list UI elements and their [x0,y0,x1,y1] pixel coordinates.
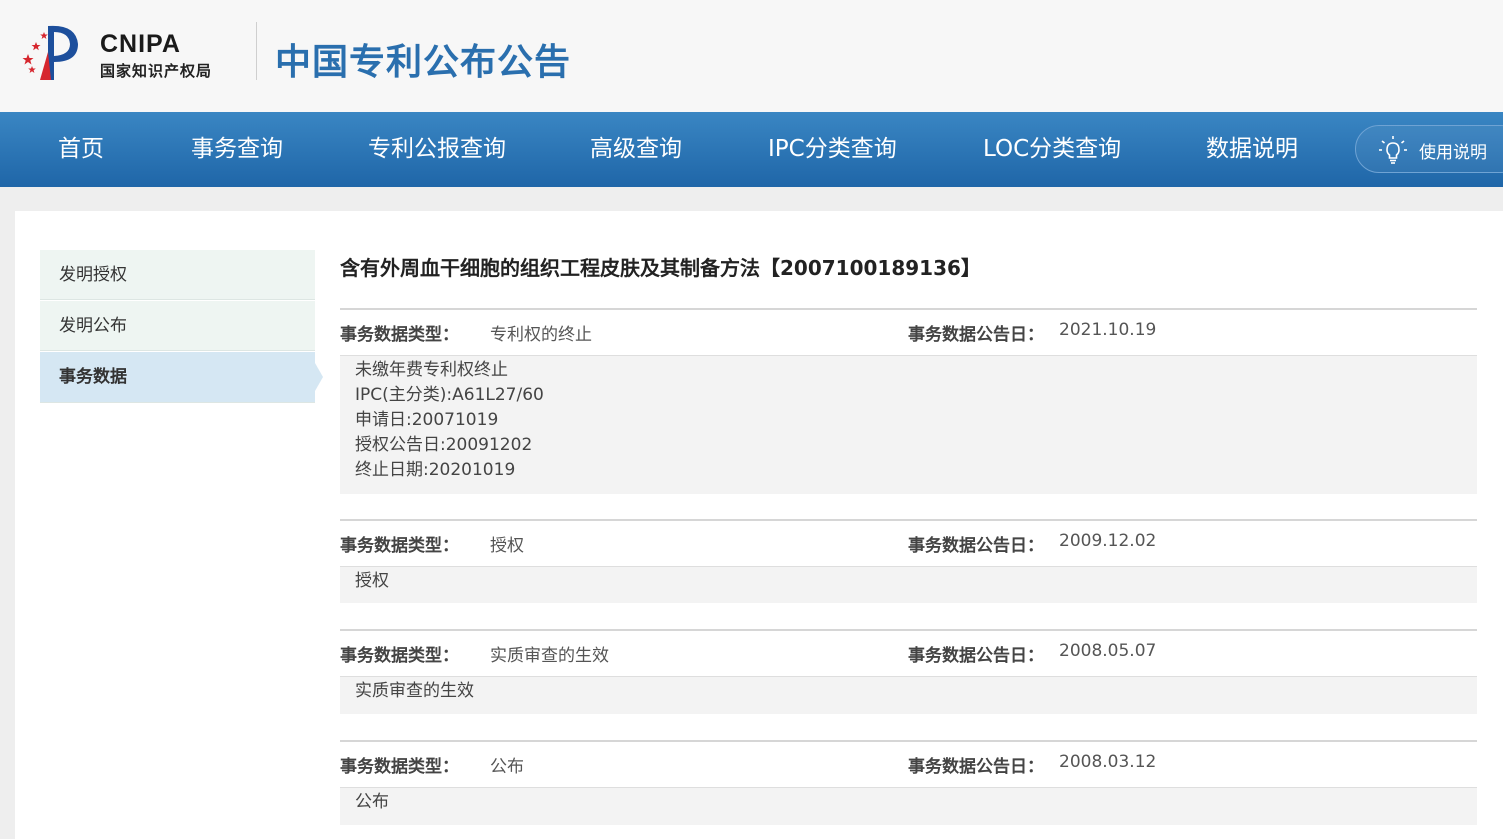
help-button[interactable]: 使用说明 [1355,125,1503,173]
record-header: 事务数据类型： 实质审查的生效 事务数据公告日： 2008.05.07 [340,629,1477,676]
cnipa-logo-icon[interactable] [18,22,80,82]
affairs-record: 事务数据类型： 公布 事务数据公告日： 2008.03.12 公布 [340,740,1477,825]
brand-name-en: CNIPA [100,30,181,58]
record-detail-line: IPC(主分类):A61L27/60 [355,385,544,405]
sidebar-item-invention-grant[interactable]: 发明授权 [40,250,315,300]
record-type-value: 授权 [490,536,524,556]
record-type-value: 专利权的终止 [490,325,592,345]
content-panel: 发明授权 发明公布 事务数据 含有外周血干细胞的组织工程皮肤及其制备方法【200… [15,211,1503,839]
record-date-label: 事务数据公告日： [908,757,1044,777]
record-type-value: 实质审查的生效 [490,646,609,666]
help-label: 使用说明 [1419,143,1487,163]
record-detail: 公布 [340,787,1477,825]
sidebar-item-affairs-data[interactable]: 事务数据 [40,352,315,403]
logo-divider [256,22,257,80]
record-detail-line: 授权公告日:20091202 [355,435,533,455]
affairs-record: 事务数据类型： 授权 事务数据公告日： 2009.12.02 授权 [340,519,1477,603]
record-date-label: 事务数据公告日： [908,646,1044,666]
record-detail: 授权 [340,566,1477,603]
record-date-label: 事务数据公告日： [908,325,1044,345]
record-detail: 未缴年费专利权终止 IPC(主分类):A61L27/60 申请日:2007101… [340,355,1477,494]
brand-name-cn: 国家知识产权局 [100,62,213,80]
nav-home[interactable]: 首页 [58,112,104,187]
nav-affairs-query[interactable]: 事务查询 [191,112,283,187]
record-type-label: 事务数据类型： [340,646,459,666]
record-date-label: 事务数据公告日： [908,536,1044,556]
record-date-value: 2008.03.12 [1059,752,1157,772]
patent-title: 含有外周血干细胞的组织工程皮肤及其制备方法【2007100189136】 [340,256,981,280]
sidebar-item-invention-publication[interactable]: 发明公布 [40,301,315,351]
record-date-value: 2008.05.07 [1059,641,1157,661]
record-detail: 实质审查的生效 [340,676,1477,714]
record-header: 事务数据类型： 授权 事务数据公告日： 2009.12.02 [340,519,1477,566]
record-detail-line: 申请日:20071019 [355,410,499,430]
nav-ipc-query[interactable]: IPC分类查询 [768,112,897,187]
nav-advanced-query[interactable]: 高级查询 [590,112,682,187]
record-type-label: 事务数据类型： [340,757,459,777]
record-detail-line: 未缴年费专利权终止 [355,360,508,380]
record-header: 事务数据类型： 公布 事务数据公告日： 2008.03.12 [340,740,1477,787]
record-date-value: 2009.12.02 [1059,531,1157,551]
site-title[interactable]: 中国专利公布公告 [275,33,571,85]
record-detail-line: 实质审查的生效 [355,681,474,701]
site-header: CNIPA 国家知识产权局 中国专利公布公告 [0,0,1503,112]
record-date-value: 2021.10.19 [1059,320,1157,340]
record-detail-line: 公布 [355,792,389,812]
nav-loc-query[interactable]: LOC分类查询 [983,112,1121,187]
nav-gazette-query[interactable]: 专利公报查询 [368,112,506,187]
affairs-record: 事务数据类型： 专利权的终止 事务数据公告日： 2021.10.19 未缴年费专… [340,308,1477,494]
main-nav: 首页 事务查询 专利公报查询 高级查询 IPC分类查询 LOC分类查询 数据说明… [0,112,1503,187]
record-type-value: 公布 [490,757,524,777]
lightbulb-icon [1379,136,1407,164]
nav-data-description[interactable]: 数据说明 [1206,112,1298,187]
record-detail-line: 终止日期:20201019 [355,460,516,480]
record-header: 事务数据类型： 专利权的终止 事务数据公告日： 2021.10.19 [340,308,1477,355]
record-type-label: 事务数据类型： [340,536,459,556]
sidebar-active-arrow [315,363,323,391]
affairs-record: 事务数据类型： 实质审查的生效 事务数据公告日： 2008.05.07 实质审查… [340,629,1477,714]
record-detail-line: 授权 [355,571,389,591]
record-type-label: 事务数据类型： [340,325,459,345]
